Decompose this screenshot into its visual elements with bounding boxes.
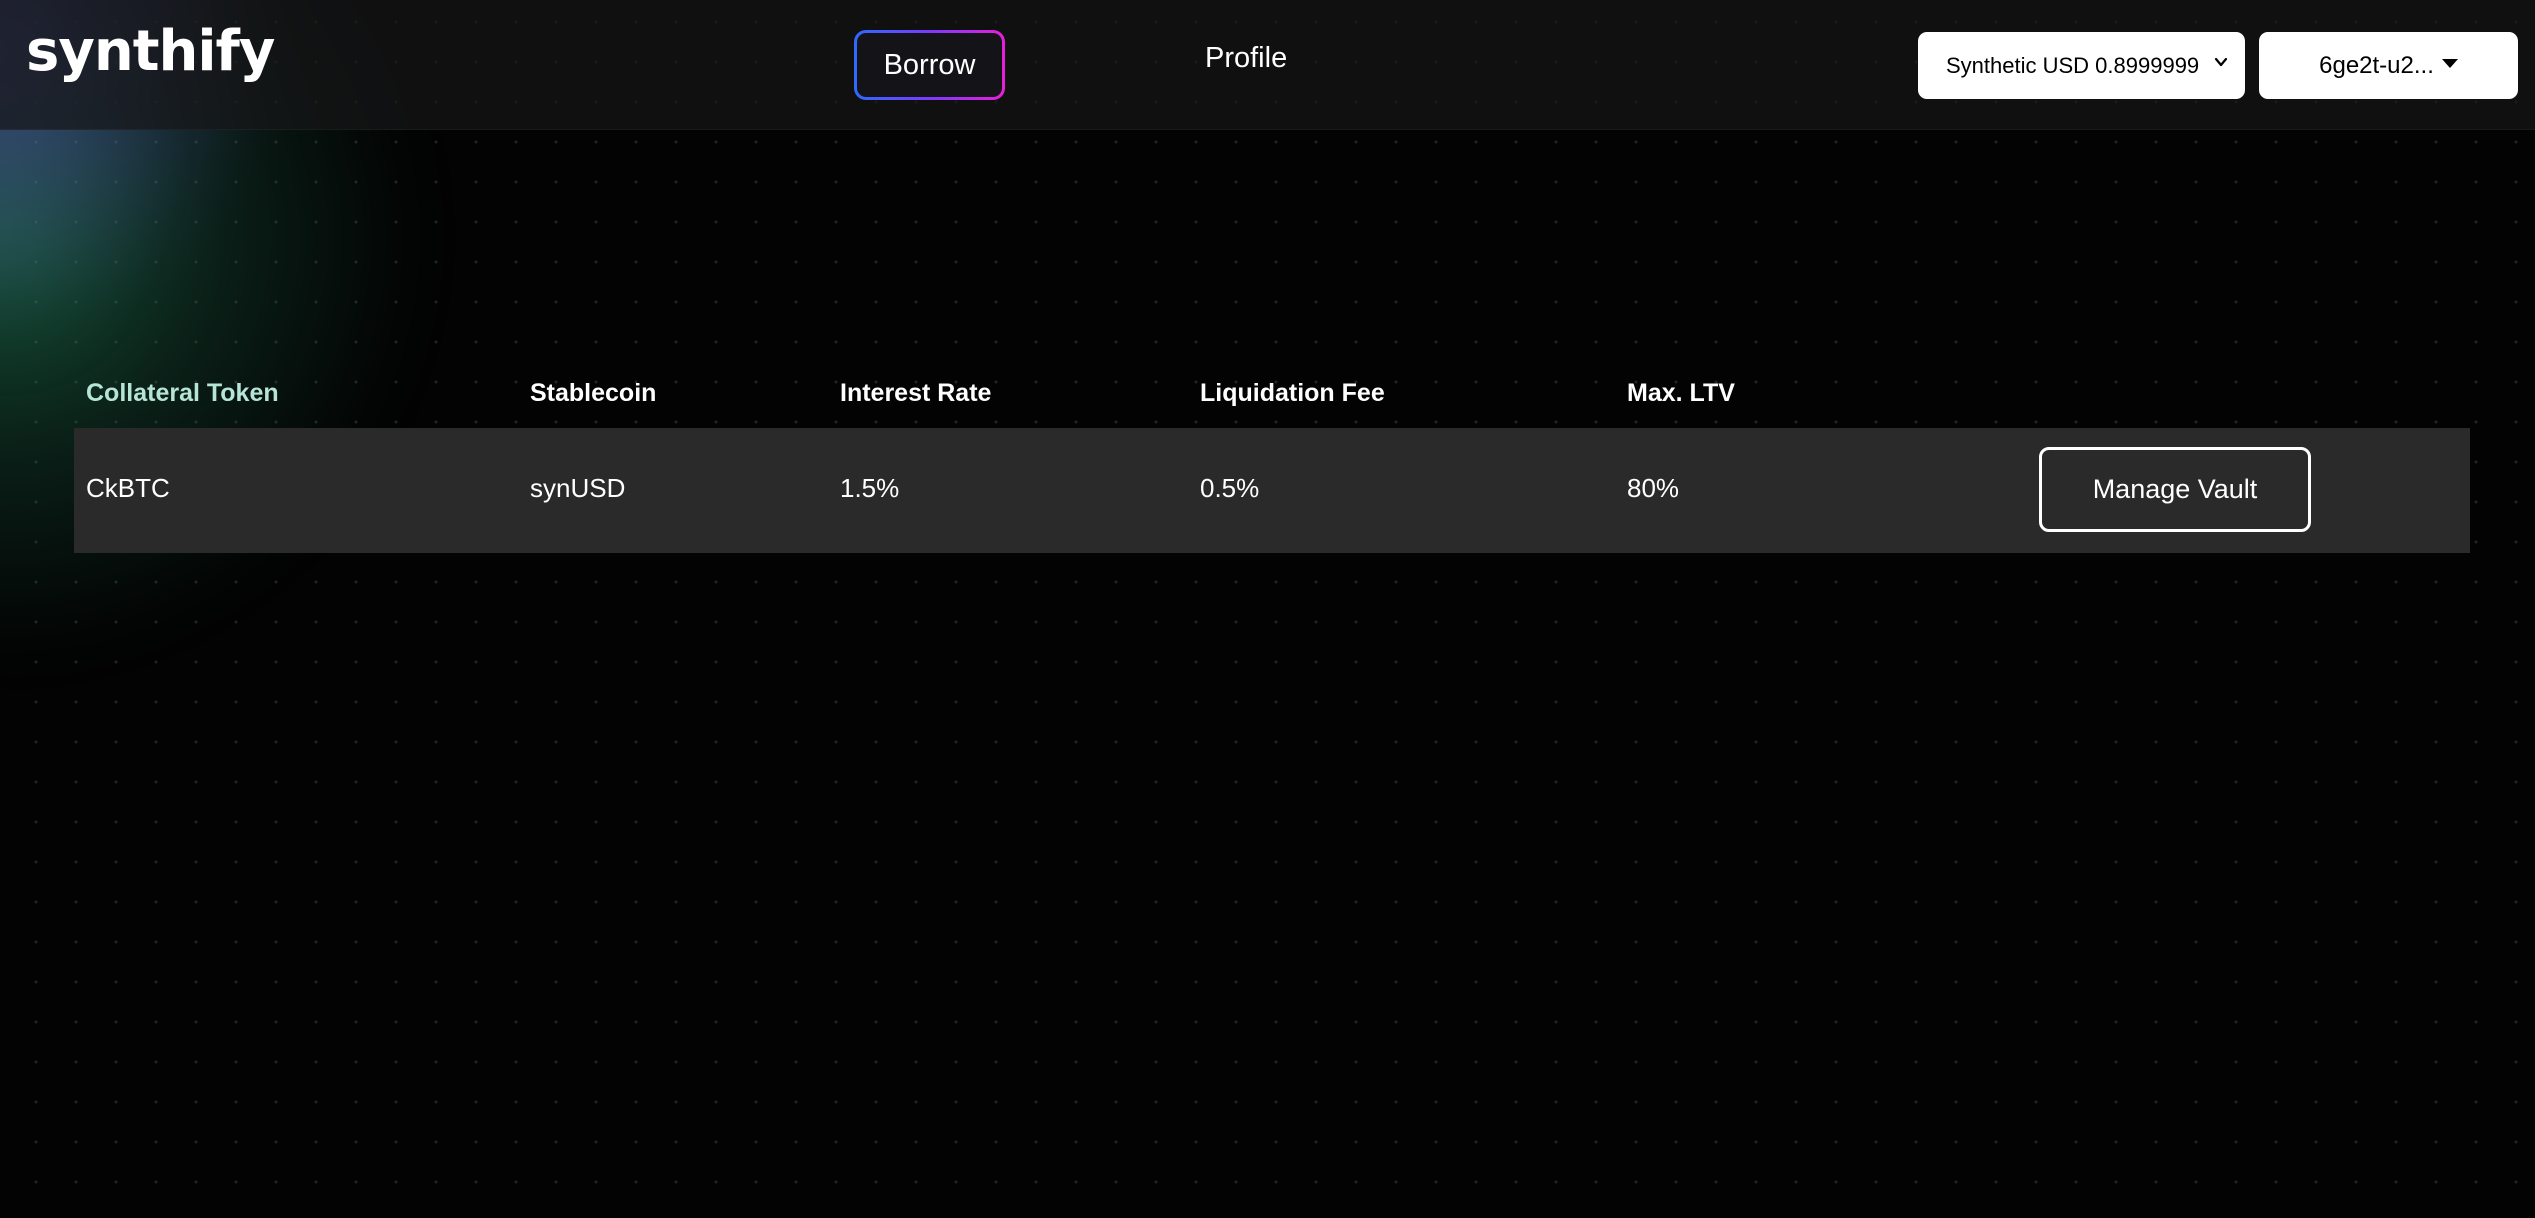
cell-collateral-token: CkBTC — [86, 473, 170, 503]
column-header-stablecoin: Stablecoin — [530, 379, 657, 407]
wallet-address: 6ge2t-u2... — [2319, 51, 2434, 79]
table-row: CkBTC synUSD 1.5% 0.5% 80% Manage Vault — [74, 428, 2470, 553]
column-header-collateral-token: Collateral Token — [86, 379, 279, 407]
cell-liquidation-fee: 0.5% — [1200, 473, 1260, 503]
token-select-value: Synthetic USD 0.8999999 — [1946, 52, 2200, 78]
cell-stablecoin: synUSD — [530, 473, 626, 503]
synthify-logo[interactable]: synthify — [26, 24, 275, 80]
column-header-max-ltv: Max. LTV — [1627, 379, 1735, 407]
column-header-interest-rate: Interest Rate — [840, 379, 992, 407]
cell-max-ltv: 80% — [1627, 473, 1680, 503]
top-header: synthify Borrow Profile Synthetic USD 0.… — [0, 0, 2535, 130]
column-header-liquidation-fee: Liquidation Fee — [1200, 379, 1385, 407]
app-page: synthify Borrow Profile Synthetic USD 0.… — [0, 0, 2535, 1218]
vault-table-header: Collateral Token Stablecoin Interest Rat… — [74, 378, 2470, 408]
caret-down-icon — [2441, 59, 2458, 68]
nav-profile-tab[interactable]: Profile — [1205, 44, 1287, 73]
token-select[interactable]: Synthetic USD 0.8999999 — [1918, 32, 2245, 99]
chevron-down-icon — [2214, 57, 2228, 67]
manage-vault-button[interactable]: Manage Vault — [2039, 447, 2311, 532]
wallet-account-button[interactable]: 6ge2t-u2... — [2259, 32, 2518, 99]
nav-borrow-tab[interactable]: Borrow — [854, 30, 1005, 100]
cell-interest-rate: 1.5% — [840, 473, 900, 503]
